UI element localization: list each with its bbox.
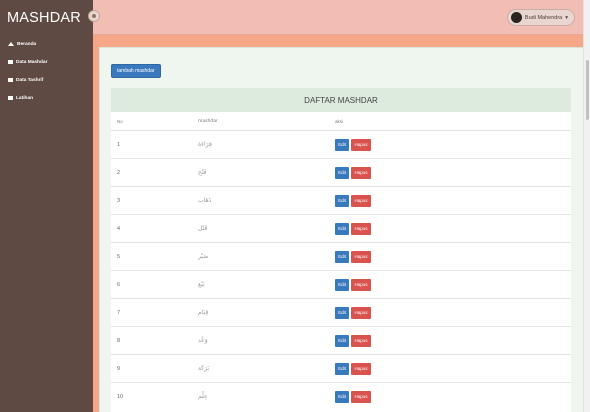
row-number: 5 [117,253,121,260]
edit-button[interactable]: Edit [335,334,349,347]
column-header-mashdar: mashdar [198,118,218,124]
scrollbar-thumb[interactable] [586,60,589,120]
mashdar-text: قِيَام [198,309,209,316]
column-header-no: No [117,118,123,124]
sidebar-item-label: Data Mashdar [16,59,48,65]
row-actions: Edit Hapus [335,355,371,382]
caret-down-icon: ▾ [565,14,568,21]
edit-button[interactable]: Edit [335,362,349,375]
row-actions: Edit Hapus [335,299,371,326]
home-icon [8,42,14,46]
delete-button[interactable]: Hapus [351,306,371,319]
row-number: 2 [117,169,121,176]
mashdar-text: فَتْح [198,169,207,176]
table-row: 3 ذَهَاب Edit Hapus [111,186,571,214]
mashdar-text: عِلْم [198,393,208,400]
table-row: 10 عِلْم Edit Hapus [111,382,571,410]
table-row: 7 قِيَام Edit Hapus [111,298,571,326]
page-scrollbar[interactable] [583,0,590,412]
mashdar-table: DAFTAR MASHDAR No mashdar aksi 1 قِرَاءَ… [111,88,571,412]
table-icon [8,78,13,82]
sidebar-item-label: Beranda [17,41,37,47]
row-number: 10 [117,393,124,400]
sidebar-item-label: Data Tashrif [16,77,44,83]
user-name: Budi Mahendra [524,14,563,21]
sidebar-item-data-tashrif[interactable]: Data Tashrif [0,71,93,89]
row-actions: Edit Hapus [335,215,371,242]
sidebar: Beranda Data Mashdar Data Tashrif Latiha… [0,35,93,412]
delete-button[interactable]: Hapus [351,334,371,347]
table-row: 1 قِرَاءَة Edit Hapus [111,130,571,158]
row-number: 6 [117,281,121,288]
mashdar-text: صَبْر [198,253,209,260]
row-actions: Edit Hapus [335,131,371,158]
edit-button[interactable]: Edit [335,390,349,403]
mashdar-text: قَتْل [198,225,208,232]
row-actions: Edit Hapus [335,187,371,214]
delete-button[interactable]: Hapus [351,194,371,207]
mashdar-text: ذَهَاب [198,197,212,204]
brand-title[interactable]: MASHDAR [0,0,93,35]
delete-button[interactable]: Hapus [351,138,371,151]
main-content: tambah mashdar DAFTAR MASHDAR No mashdar… [93,35,583,412]
edit-button[interactable]: Edit [335,250,349,263]
delete-button[interactable]: Hapus [351,362,371,375]
row-actions: Edit Hapus [335,271,371,298]
table-row: 9 بَرَكَة Edit Hapus [111,354,571,382]
sidebar-item-data-mashdar[interactable]: Data Mashdar [0,53,93,71]
edit-button[interactable]: Edit [335,306,349,319]
delete-button[interactable]: Hapus [351,390,371,403]
sidebar-toggle-icon[interactable] [88,10,100,22]
table-title: DAFTAR MASHDAR [111,88,571,112]
edit-button[interactable]: Edit [335,194,349,207]
delete-button[interactable]: Hapus [351,166,371,179]
row-actions: Edit Hapus [335,159,371,186]
row-number: 9 [117,365,121,372]
sidebar-item-label: Latihan [16,95,34,101]
mashdar-text: بَيْع [198,281,205,288]
mashdar-text: وَعْد [198,337,208,344]
row-number: 7 [117,309,121,316]
add-mashdar-button[interactable]: tambah mashdar [111,64,161,78]
sidebar-item-beranda[interactable]: Beranda [0,35,93,53]
row-number: 1 [117,141,121,148]
delete-button[interactable]: Hapus [351,278,371,291]
row-number: 3 [117,197,121,204]
mashdar-text: بَرَكَة [198,365,210,372]
row-number: 8 [117,337,121,344]
edit-button[interactable]: Edit [335,166,349,179]
list-icon [8,96,13,100]
edit-button[interactable]: Edit [335,222,349,235]
row-actions: Edit Hapus [335,327,371,354]
row-actions: Edit Hapus [335,383,371,410]
table-row: 4 قَتْل Edit Hapus [111,214,571,242]
edit-button[interactable]: Edit [335,278,349,291]
table-row: 2 فَتْح Edit Hapus [111,158,571,186]
delete-button[interactable]: Hapus [351,250,371,263]
delete-button[interactable]: Hapus [351,222,371,235]
edit-button[interactable]: Edit [335,138,349,151]
table-header-row: No mashdar aksi [111,112,571,130]
table-row: 8 وَعْد Edit Hapus [111,326,571,354]
sidebar-item-latihan[interactable]: Latihan [0,89,93,107]
column-header-aksi: aksi [335,118,344,124]
mashdar-text: قِرَاءَة [198,141,212,148]
table-row: 6 بَيْع Edit Hapus [111,270,571,298]
avatar [510,12,522,23]
row-number: 4 [117,225,121,232]
top-bar: MASHDAR Budi Mahendra ▾ [0,0,583,35]
row-actions: Edit Hapus [335,243,371,270]
table-row: 5 صَبْر Edit Hapus [111,242,571,270]
table-icon [8,60,13,64]
user-menu[interactable]: Budi Mahendra ▾ [506,9,575,26]
content-panel: tambah mashdar DAFTAR MASHDAR No mashdar… [99,47,583,412]
